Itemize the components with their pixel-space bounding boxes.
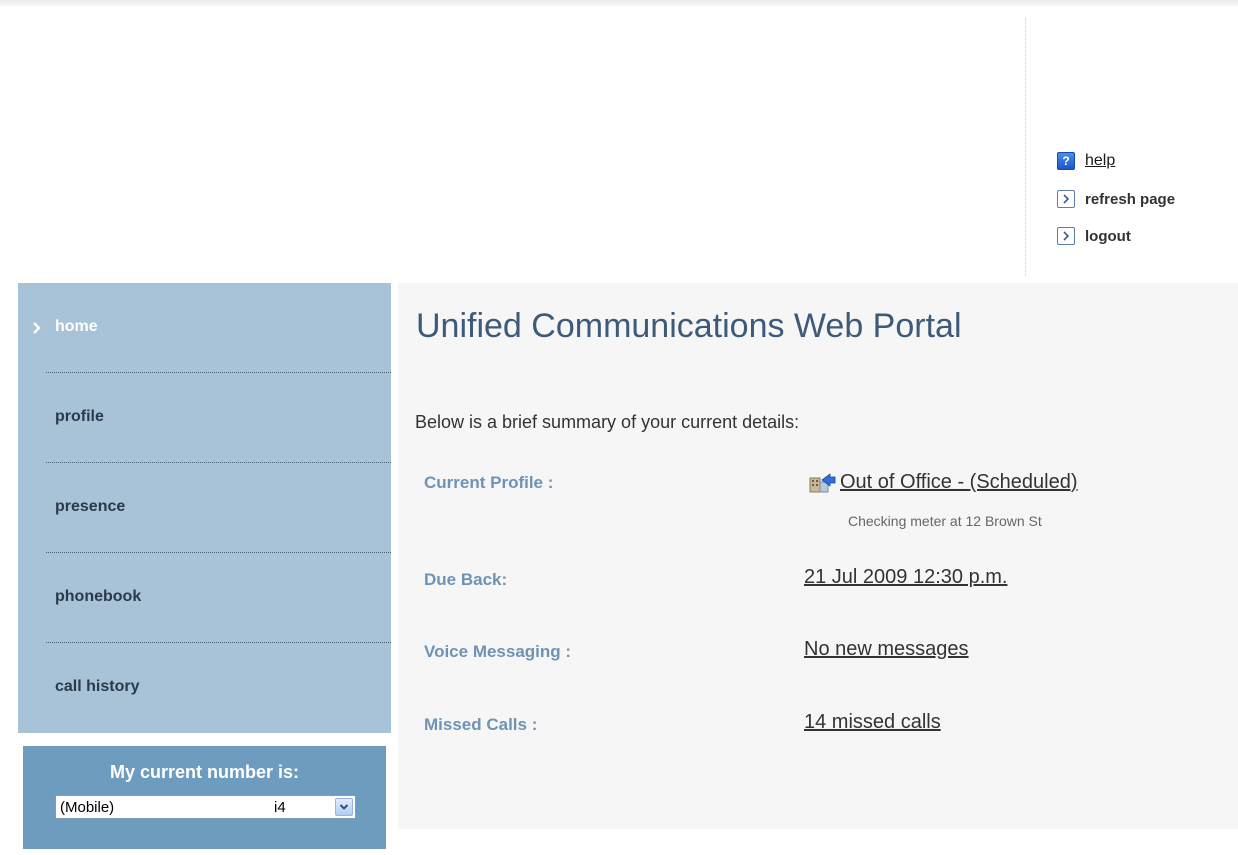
current-number-value: (Mobile) [60, 799, 115, 816]
current-number-select[interactable]: (Mobile) i4 [55, 795, 356, 819]
help-label[interactable]: help [1085, 152, 1115, 170]
sidebar-item-label: call history [55, 678, 140, 695]
page: ? help refresh page logout home profile [0, 0, 1238, 855]
sidebar-item-label: profile [55, 408, 104, 425]
current-number-tail: i4 [274, 799, 286, 816]
main-content: Unified Communications Web Portal Below … [398, 283, 1238, 829]
page-title: Unified Communications Web Portal [416, 307, 962, 345]
utility-divider [1025, 18, 1026, 276]
logout-label[interactable]: logout [1085, 228, 1131, 245]
missed-calls-value[interactable]: 14 missed calls [804, 711, 941, 734]
voice-messaging-value[interactable]: No new messages [804, 638, 969, 661]
due-back-label: Due Back: [424, 570, 508, 589]
sidebar-item-call-history[interactable]: call history [18, 643, 391, 733]
current-profile-value[interactable]: Out of Office - (Scheduled) [840, 471, 1078, 494]
missed-calls-label: Missed Calls : [424, 715, 538, 734]
out-of-office-icon [809, 473, 836, 493]
help-link[interactable]: ? help [1057, 150, 1235, 172]
sidebar-item-presence[interactable]: presence [18, 463, 391, 553]
sidebar-item-home[interactable]: home [18, 283, 391, 373]
current-number-title: My current number is: [109, 762, 300, 782]
sidebar-item-label: presence [55, 498, 126, 515]
sidebar-item-label: phonebook [55, 588, 142, 605]
sidebar-nav: home profile presence phonebook call his… [18, 283, 391, 733]
logout-link[interactable]: logout [1057, 225, 1235, 247]
arrow-right-icon [1057, 190, 1075, 208]
current-number-panel: My current number is: (Mobile) i4 [23, 746, 386, 849]
help-icon: ? [1057, 152, 1075, 170]
sidebar-item-phonebook[interactable]: phonebook [18, 553, 391, 643]
utility-links: ? help refresh page logout [1057, 150, 1235, 263]
sidebar-item-label: home [55, 318, 98, 335]
voice-messaging-label: Voice Messaging : [424, 642, 572, 661]
current-profile-label: Current Profile : [424, 473, 554, 492]
top-border [0, 0, 1238, 6]
current-profile-link[interactable]: Out of Office - (Scheduled) [808, 471, 1078, 494]
arrow-right-icon [1057, 227, 1075, 245]
chevron-right-icon [33, 322, 41, 334]
refresh-page-label[interactable]: refresh page [1085, 191, 1175, 208]
current-profile-note: Checking meter at 12 Brown St [848, 513, 1042, 529]
summary-intro: Below is a brief summary of your current… [415, 412, 800, 432]
due-back-value[interactable]: 21 Jul 2009 12:30 p.m. [804, 566, 1007, 589]
sidebar-item-profile[interactable]: profile [18, 373, 391, 463]
refresh-page-link[interactable]: refresh page [1057, 188, 1235, 210]
chevron-down-icon[interactable] [335, 798, 353, 816]
